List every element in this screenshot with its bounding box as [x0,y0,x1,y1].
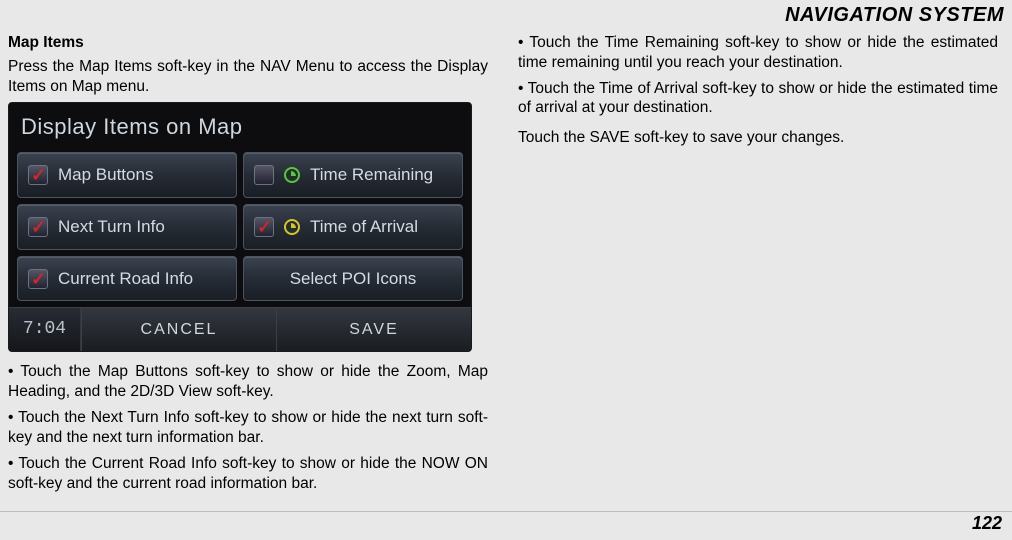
option-select-poi-icons[interactable]: Select POI Icons [243,256,463,302]
bullet-map-buttons: • Touch the Map Buttons soft-key to show… [8,362,488,402]
option-label: Time of Arrival [310,216,418,238]
page-number: 122 [972,513,1002,534]
clock-icon [284,219,300,235]
clock-icon [284,167,300,183]
checkbox-icon [254,217,274,237]
option-time-of-arrival[interactable]: Time of Arrival [243,204,463,250]
save-button[interactable]: SAVE [276,308,471,351]
option-label: Select POI Icons [290,268,417,290]
left-column: Map Items Press the Map Items soft-key i… [8,33,488,499]
option-label: Time Remaining [310,164,433,186]
map-items-heading: Map Items [8,33,488,53]
checkbox-icon [28,269,48,289]
checkbox-icon [28,217,48,237]
intro-paragraph: Press the Map Items soft-key in the NAV … [8,57,488,97]
save-instruction: Touch the SAVE soft-key to save your cha… [518,128,998,148]
body-columns: Map Items Press the Map Items soft-key i… [0,33,1012,499]
screen-title: Display Items on Map [9,103,471,147]
option-current-road-info[interactable]: Current Road Info [17,256,237,302]
option-label: Current Road Info [58,268,193,290]
option-label: Next Turn Info [58,216,165,238]
cancel-button[interactable]: CANCEL [81,308,276,351]
option-label: Map Buttons [58,164,153,186]
display-items-screen: Display Items on Map Map Buttons Time Re… [8,102,472,352]
option-map-buttons[interactable]: Map Buttons [17,152,237,198]
option-next-turn-info[interactable]: Next Turn Info [17,204,237,250]
option-time-remaining[interactable]: Time Remaining [243,152,463,198]
footer-divider [0,511,1012,512]
page: NAVIGATION SYSTEM Map Items Press the Ma… [0,0,1012,540]
bullet-time-of-arrival: • Touch the Time of Arrival soft-key to … [518,79,998,119]
section-header: NAVIGATION SYSTEM [0,0,1012,33]
bullet-time-remaining: • Touch the Time Remaining soft-key to s… [518,33,998,73]
screen-footer: 7:04 CANCEL SAVE [9,307,471,351]
screen-options-grid: Map Buttons Time Remaining Next Turn Inf… [9,148,471,308]
checkbox-icon [28,165,48,185]
bullet-current-road: • Touch the Current Road Info soft-key t… [8,454,488,494]
bullet-next-turn: • Touch the Next Turn Info soft-key to s… [8,408,488,448]
right-column: • Touch the Time Remaining soft-key to s… [518,33,998,499]
checkbox-icon [254,165,274,185]
clock-display: 7:04 [9,308,81,351]
